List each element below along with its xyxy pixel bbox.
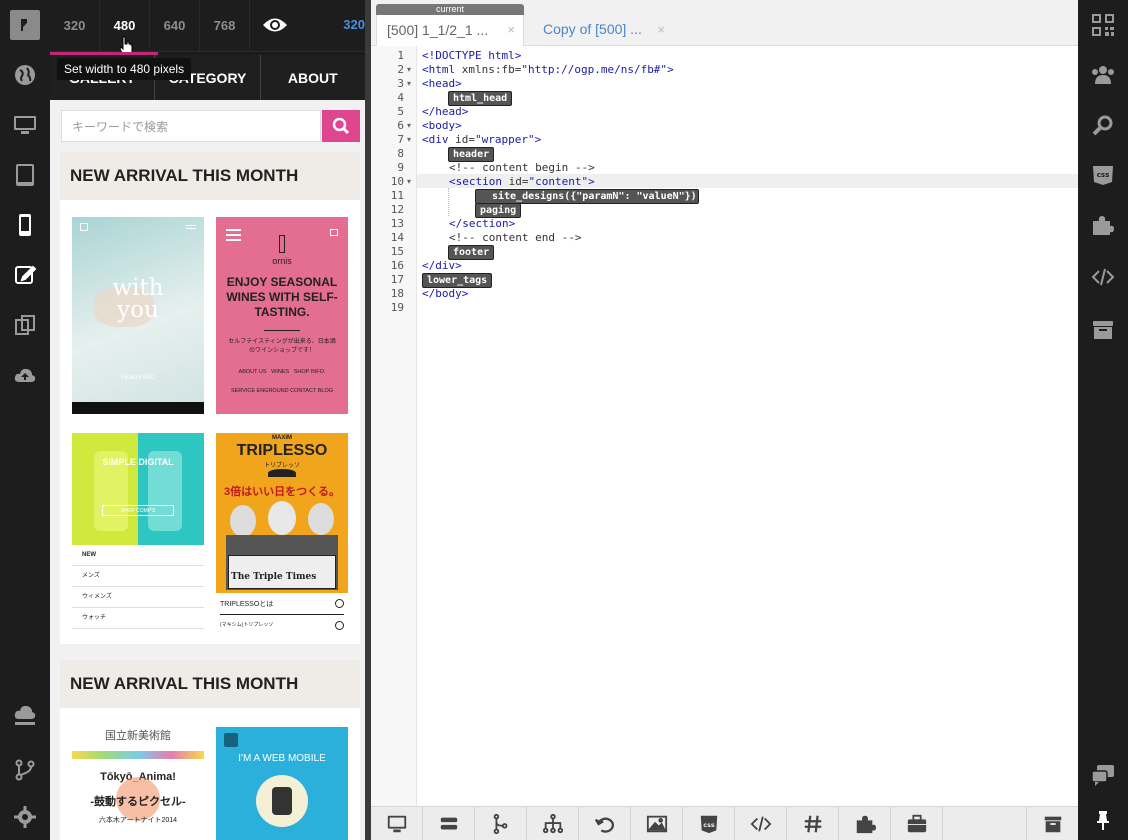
section-title: NEW ARRIVAL THIS MONTH (60, 660, 360, 708)
site-preview: GALLERY CATEGORY ABOUT キーワードで検索 NEW ARRI… (50, 55, 365, 840)
thumbnail-ornis[interactable]: ornis ENJOY SEASONAL WINES WITH SELF-TAS… (216, 217, 348, 414)
current-width-readout: 320 (343, 17, 365, 32)
code-icon[interactable] (1078, 252, 1128, 302)
code-line: </head> (422, 105, 469, 118)
pin-icon[interactable] (1078, 795, 1128, 840)
code-line: </section> (449, 217, 516, 230)
undo-icon[interactable] (579, 807, 631, 840)
gear-icon[interactable] (0, 792, 50, 840)
search-icon[interactable] (1078, 100, 1128, 150)
code-line: <html xmlns:fb="http://ogp.me/ns/fb#"> (422, 63, 674, 76)
template-tag-lower-tags[interactable]: lower_tags (422, 273, 493, 288)
close-icon[interactable]: × (657, 22, 665, 37)
thumbnail-tokyo-anima[interactable]: 国立新美術館 Tōkyō_Anima! -鼓動するピクセル- 六本木アートナイト… (72, 727, 204, 840)
section-title: NEW ARRIVAL THIS MONTH (60, 152, 360, 200)
arrival-panel-2: NEW ARRIVAL THIS MONTH 国立新美術館 Tōkyō_Anim… (60, 660, 360, 840)
right-toolbar: css (1078, 0, 1128, 840)
tree-icon[interactable] (475, 807, 527, 840)
thumbnail-venus-bed[interactable]: with you VENUS BED (72, 217, 204, 414)
desktop-icon[interactable] (0, 100, 50, 150)
thumbnail-web-mobile[interactable]: I'M A WEB MOBILE (216, 727, 348, 840)
code-line: <body> (422, 119, 462, 132)
thumbnail-triplesso[interactable]: MAXIM TRIPLESSO トリプレッソ 3倍はいい日をつくる。 The T… (216, 433, 348, 630)
code-line: </div> (422, 259, 462, 272)
branch-icon[interactable] (0, 745, 50, 795)
sitemap-icon[interactable] (527, 807, 579, 840)
menu-icon[interactable] (423, 807, 475, 840)
nav-about[interactable]: ABOUT (261, 55, 365, 100)
puzzle-icon[interactable] (839, 807, 891, 840)
tablet-icon[interactable] (0, 150, 50, 200)
code-editor[interactable]: 1 2 ▾ 3 ▾ 4 5 6 ▾ 7 ▾ 8 9 10 ▾ 11 12 13 … (371, 46, 1078, 806)
svg-text:css: css (703, 821, 715, 829)
template-tag-site-designs[interactable]: site_designs({"paramN": "valueN"}) (475, 189, 699, 204)
code-line: <head> (422, 77, 462, 90)
template-tag-paging[interactable]: paging (475, 203, 522, 218)
archive-icon[interactable] (1026, 807, 1078, 840)
css-icon[interactable]: css (1078, 150, 1128, 200)
code-line: <section id="content"> (449, 175, 595, 188)
chat-icon[interactable] (1078, 750, 1128, 800)
width-tooltip: Set width to 480 pixels (57, 58, 192, 80)
desktop-icon[interactable] (371, 807, 423, 840)
width-768-button[interactable]: 768 (200, 0, 250, 50)
editor-bottom-toolbar: css (371, 806, 1078, 840)
copy-icon[interactable] (0, 300, 50, 350)
thumbnail-simple-digital[interactable]: SIMPLE DIGITAL SHOP COMP'S NEW メンズ ウィメンズ… (72, 433, 204, 630)
line-gutter: 1 2 ▾ 3 ▾ 4 5 6 ▾ 7 ▾ 8 9 10 ▾ 11 12 13 … (371, 46, 417, 806)
code-icon[interactable] (735, 807, 787, 840)
eye-icon[interactable] (250, 0, 300, 50)
puzzle-icon[interactable] (1078, 200, 1128, 250)
left-toolbar (0, 0, 50, 840)
template-tag-header[interactable]: header (448, 147, 495, 162)
css-icon[interactable]: css (683, 807, 735, 840)
qr-code-icon[interactable] (1078, 0, 1128, 50)
preview-width-bar: 320 480 640 768 320 (50, 0, 365, 52)
hash-icon[interactable] (787, 807, 839, 840)
briefcase-icon[interactable] (891, 807, 943, 840)
image-icon[interactable] (631, 807, 683, 840)
globe-icon[interactable] (0, 50, 50, 100)
current-badge: current (376, 4, 524, 15)
archive-icon[interactable] (1078, 305, 1128, 355)
search-icon[interactable] (322, 110, 360, 142)
svg-text:css: css (1097, 171, 1109, 179)
template-tag-footer[interactable]: footer (448, 245, 495, 260)
cloud-upload-icon[interactable] (0, 350, 50, 400)
app-root: 320 480 640 768 320 GALLERY CATEGORY ABO… (0, 0, 1128, 840)
mobile-icon[interactable] (0, 200, 50, 250)
logo-icon[interactable] (0, 0, 50, 50)
code-line: </body> (422, 287, 469, 300)
arrival-panel: NEW ARRIVAL THIS MONTH with you VENUS BE… (60, 152, 360, 644)
edit-icon[interactable] (0, 250, 50, 300)
code-comment: <!-- content end --> (449, 231, 582, 244)
code-line: <div id="wrapper"> (422, 133, 542, 146)
close-icon[interactable]: × (507, 22, 515, 37)
width-320-button[interactable]: 320 (50, 0, 100, 50)
tab-copy[interactable]: Copy of [500] ... × (533, 12, 673, 46)
site-search-input[interactable]: キーワードで検索 (61, 110, 321, 142)
width-640-button[interactable]: 640 (150, 0, 200, 50)
code-line: <!DOCTYPE html> (422, 49, 522, 62)
template-tag-html-head[interactable]: html_head (448, 91, 513, 106)
upload-icon[interactable] (0, 690, 50, 740)
code-comment: <!-- content begin --> (449, 161, 595, 174)
tab-current[interactable]: [500] 1_1/2_1 ... × (376, 12, 524, 46)
users-icon[interactable] (1078, 50, 1128, 100)
